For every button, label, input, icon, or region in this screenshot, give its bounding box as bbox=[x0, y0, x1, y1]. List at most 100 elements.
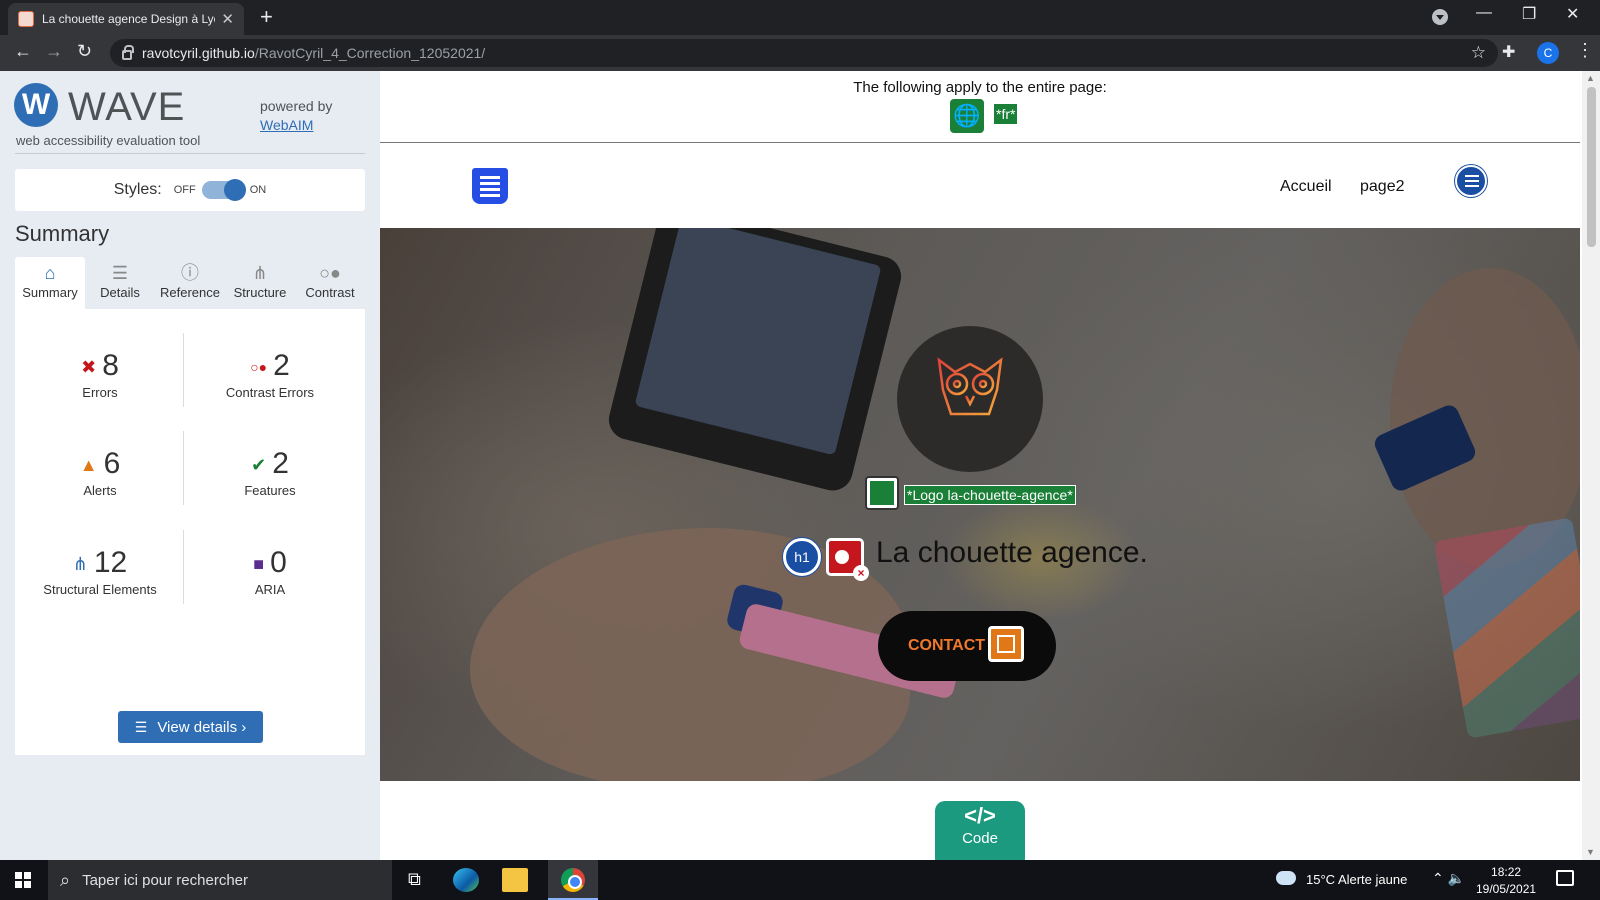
structural-stat[interactable]: ⋔ 12 Structural Elements bbox=[15, 546, 185, 597]
alert-icon: ▲ bbox=[79, 454, 98, 475]
summary-panel: ✖ 8 Errors ○● 2 Contrast Errors ▲ 6 Alerts … bbox=[15, 309, 365, 755]
contrast-errors-stat[interactable]: ○● 2 Contrast Errors bbox=[185, 349, 355, 400]
powered-by-text: powered by bbox=[260, 98, 333, 114]
features-stat[interactable]: ✔ 2 Features bbox=[185, 447, 355, 498]
h1-heading-badge[interactable]: h1 bbox=[783, 538, 821, 576]
new-tab-button[interactable]: + bbox=[260, 4, 273, 30]
features-count: 2 bbox=[272, 447, 289, 480]
contact-button[interactable]: CONTACT bbox=[878, 611, 1056, 681]
clock-time: 18:22 bbox=[1491, 865, 1522, 879]
list-icon: ☰ bbox=[111, 263, 129, 283]
forward-arrow-icon[interactable]: → bbox=[45, 41, 63, 62]
tab-contrast[interactable]: ○● Contrast bbox=[295, 257, 365, 309]
tab-title: La chouette agence Design à Lyon bbox=[42, 12, 216, 26]
edge-browser-icon[interactable] bbox=[453, 868, 479, 892]
browser-toolbar: ← → ↻ ravotcyril.github.io /RavotCyril_4… bbox=[0, 35, 1600, 71]
browser-menu-icon[interactable]: ⋮ bbox=[1576, 40, 1594, 61]
scroll-down-icon[interactable]: ▼ bbox=[1586, 847, 1595, 857]
tray-chevron-speaker-icon[interactable]: ⌃ 🔈 bbox=[1432, 870, 1465, 887]
taskbar-search-placeholder: Taper ici pour rechercher bbox=[82, 871, 249, 889]
wave-title: WAVE bbox=[68, 85, 186, 129]
windows-taskbar: ⌕ Taper ici pour rechercher ⧉ 15°C Alert… bbox=[0, 860, 1600, 900]
scroll-up-icon[interactable]: ▲ bbox=[1586, 73, 1595, 83]
home-icon: ⌂ bbox=[44, 263, 56, 283]
tab-reference[interactable]: ⓘ Reference bbox=[155, 257, 225, 309]
tab-close-icon[interactable]: ✕ bbox=[221, 10, 234, 28]
divider bbox=[15, 153, 365, 154]
css-structure-icon[interactable] bbox=[472, 168, 508, 204]
restore-button[interactable]: ❐ bbox=[1522, 4, 1536, 24]
page-scrollbar[interactable]: ▲ ▼ bbox=[1582, 71, 1600, 860]
errors-stat[interactable]: ✖ 8 Errors bbox=[15, 349, 185, 400]
url-path: /RavotCyril_4_Correction_12052021/ bbox=[254, 45, 486, 61]
file-explorer-icon[interactable] bbox=[502, 868, 528, 892]
profile-avatar[interactable]: C bbox=[1537, 42, 1559, 64]
tab-summary[interactable]: ⌂ Summary bbox=[15, 257, 85, 309]
language-tag: *fr* bbox=[994, 104, 1018, 124]
back-arrow-icon[interactable]: ← bbox=[14, 41, 32, 62]
structure-icon: ⋔ bbox=[72, 553, 88, 574]
aria-stat[interactable]: ■ 0 ARIA bbox=[185, 546, 355, 597]
unordered-list-icon[interactable] bbox=[1455, 165, 1487, 197]
hero-banner: *Logo la-chouette-agence* h1 × La chouet… bbox=[380, 228, 1580, 781]
error-badge-icon[interactable]: × bbox=[826, 538, 869, 581]
minimize-button[interactable]: — bbox=[1476, 4, 1492, 22]
tab-label: Details bbox=[100, 285, 140, 300]
scrollbar-thumb[interactable] bbox=[1587, 87, 1596, 247]
styles-off-label: OFF bbox=[173, 184, 196, 196]
page-viewport: The following apply to the entire page: … bbox=[380, 71, 1600, 860]
extensions-puzzle-icon[interactable]: ✚ bbox=[1502, 42, 1515, 62]
windows-start-icon[interactable] bbox=[15, 872, 31, 888]
contrast-icon: ○● bbox=[319, 263, 341, 283]
divider bbox=[380, 142, 1580, 143]
code-label: Code bbox=[962, 830, 998, 847]
summary-heading: Summary bbox=[15, 221, 110, 246]
language-globe-icon[interactable]: 🌐 bbox=[950, 99, 984, 133]
tab-search-icon[interactable] bbox=[1432, 9, 1448, 25]
wave-tab-bar: ⌂ Summary ☰ Details ⓘ Reference ⋔ Struct… bbox=[15, 257, 365, 309]
contrast-errors-label: Contrast Errors bbox=[225, 385, 315, 400]
code-toggle-button[interactable]: </> Code bbox=[935, 801, 1025, 860]
address-bar[interactable]: ravotcyril.github.io /RavotCyril_4_Corre… bbox=[110, 39, 1498, 67]
tab-structure[interactable]: ⋔ Structure bbox=[225, 257, 295, 309]
hero-phone-image bbox=[604, 228, 906, 495]
divider bbox=[183, 333, 184, 407]
nav-link-accueil[interactable]: Accueil bbox=[1280, 178, 1332, 196]
page-wide-notice: The following apply to the entire page: bbox=[853, 79, 1107, 96]
lock-icon[interactable] bbox=[122, 45, 134, 60]
notification-icon[interactable] bbox=[1556, 870, 1574, 886]
aria-cube-icon: ■ bbox=[253, 553, 265, 574]
taskbar-search[interactable]: ⌕ Taper ici pour rechercher bbox=[48, 860, 392, 900]
nav-link-page2[interactable]: page2 bbox=[1360, 178, 1405, 196]
close-window-button[interactable]: ✕ bbox=[1566, 4, 1579, 24]
webaim-link[interactable]: WebAIM bbox=[260, 117, 313, 133]
browser-tab[interactable]: La chouette agence Design à Lyon ✕ bbox=[8, 3, 244, 35]
hero-title: La chouette agence. bbox=[876, 536, 1148, 569]
wave-sidebar: W WAVE web accessibility evaluation tool… bbox=[0, 71, 380, 860]
image-alt-badge-icon[interactable] bbox=[865, 476, 899, 510]
list-icon: ☰ bbox=[134, 719, 148, 735]
hero-pens-image bbox=[1433, 517, 1580, 739]
view-details-button[interactable]: ☰ View details › bbox=[118, 711, 263, 743]
hierarchy-icon: ⋔ bbox=[252, 263, 268, 283]
alert-badge-icon[interactable] bbox=[988, 626, 1024, 662]
weather-text[interactable]: 15°C Alerte jaune bbox=[1306, 872, 1407, 887]
alerts-stat[interactable]: ▲ 6 Alerts bbox=[15, 447, 185, 498]
weather-cloud-icon[interactable] bbox=[1276, 871, 1296, 885]
styles-toggle-panel: Styles: OFF ON bbox=[15, 169, 365, 211]
tab-label: Reference bbox=[160, 285, 220, 300]
tab-label: Structure bbox=[233, 285, 287, 300]
aria-count: 0 bbox=[270, 546, 287, 579]
bookmark-star-icon[interactable]: ☆ bbox=[1471, 43, 1486, 63]
reload-icon[interactable]: ↻ bbox=[77, 41, 92, 62]
wave-subtitle: web accessibility evaluation tool bbox=[16, 133, 201, 148]
tab-details[interactable]: ☰ Details bbox=[85, 257, 155, 309]
divider bbox=[183, 530, 184, 604]
divider bbox=[183, 431, 184, 505]
owl-logo bbox=[897, 326, 1043, 472]
task-view-icon[interactable]: ⧉ bbox=[408, 869, 434, 893]
chrome-taskbar-icon[interactable] bbox=[548, 860, 598, 900]
styles-toggle[interactable] bbox=[201, 179, 246, 201]
structural-count: 12 bbox=[93, 546, 128, 579]
taskbar-clock[interactable]: 18:22 19/05/2021 bbox=[1476, 864, 1536, 898]
